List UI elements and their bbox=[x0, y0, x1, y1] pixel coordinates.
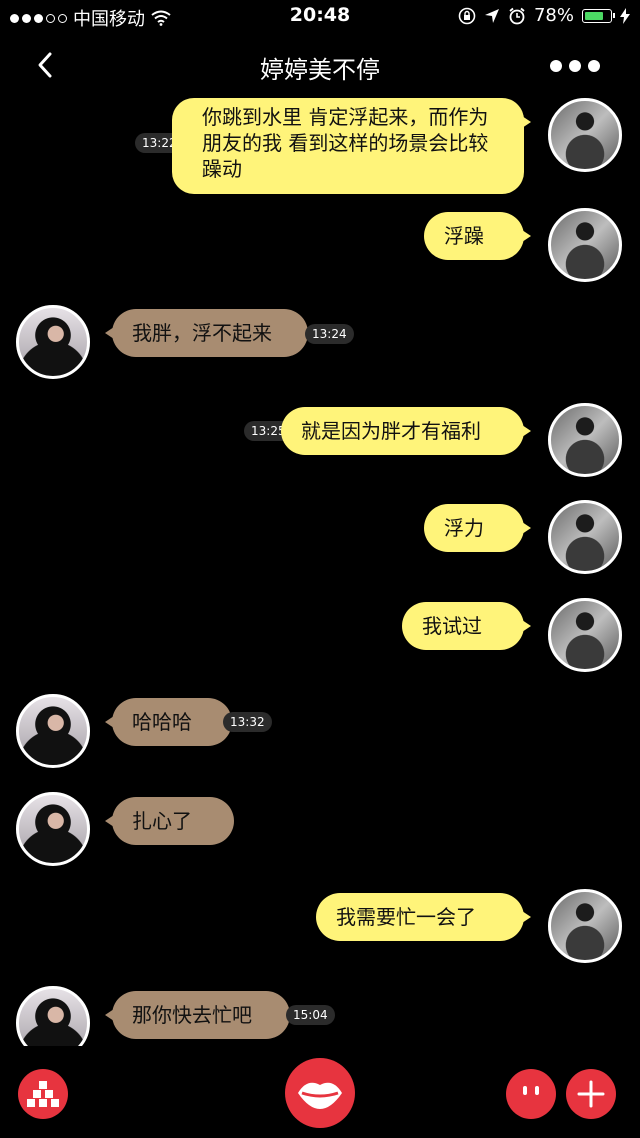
message-bubble-sent[interactable]: 浮躁 bbox=[424, 212, 531, 260]
message-time: 13:24 bbox=[305, 324, 354, 344]
avatar-her[interactable] bbox=[16, 792, 90, 866]
add-button[interactable] bbox=[566, 1069, 616, 1119]
alarm-icon bbox=[509, 7, 525, 24]
avatar-me[interactable] bbox=[548, 403, 622, 477]
status-bar: 中国移动 20:48 78% bbox=[0, 0, 640, 36]
message-bubble-sent[interactable]: 你跳到水里 肯定浮起来，而作为朋友的我 看到这样的场景会比较躁动 bbox=[172, 98, 531, 194]
message-time: 13:32 bbox=[223, 712, 272, 732]
message-bubble-received[interactable]: 哈哈哈 bbox=[105, 698, 232, 746]
location-icon bbox=[484, 8, 499, 23]
message-bubble-received[interactable]: 扎心了 bbox=[105, 797, 234, 845]
avatar-me[interactable] bbox=[548, 889, 622, 963]
more-dots-icon bbox=[550, 60, 562, 72]
message-time: 15:04 bbox=[286, 1005, 335, 1025]
orientation-lock-icon bbox=[458, 7, 476, 24]
chat-title: 婷婷美不停 bbox=[260, 56, 380, 84]
avatar-her[interactable] bbox=[16, 986, 90, 1046]
blocks-button[interactable] bbox=[18, 1069, 68, 1119]
message-bubble-received[interactable]: 我胖，浮不起来 bbox=[105, 309, 308, 357]
lips-icon bbox=[298, 1082, 342, 1109]
message-bubble-sent[interactable]: 我试过 bbox=[402, 602, 531, 650]
more-button[interactable] bbox=[550, 60, 600, 72]
battery-percent: 78% bbox=[533, 5, 574, 26]
avatar-me[interactable] bbox=[548, 598, 622, 672]
battery-icon bbox=[582, 8, 615, 23]
avatar-her[interactable] bbox=[16, 694, 90, 768]
message-bubble-sent[interactable]: 浮力 bbox=[424, 504, 531, 552]
message-bubble-received[interactable]: 那你快去忙吧 bbox=[105, 991, 290, 1039]
bottom-toolbar bbox=[0, 1046, 640, 1138]
avatar-her[interactable] bbox=[16, 305, 90, 379]
grid-blocks-icon bbox=[27, 1081, 59, 1107]
message-bubble-sent[interactable]: 我需要忙一会了 bbox=[316, 893, 531, 941]
plus-icon bbox=[577, 1080, 605, 1108]
avatar-me[interactable] bbox=[548, 208, 622, 282]
face-icon bbox=[523, 1086, 539, 1095]
avatar-me[interactable] bbox=[548, 500, 622, 574]
message-list[interactable]: 13:22 你跳到水里 肯定浮起来，而作为朋友的我 看到这样的场景会比较躁动 浮… bbox=[0, 98, 640, 1046]
chat-header: 婷婷美不停 bbox=[0, 36, 640, 98]
status-right: 78% bbox=[458, 5, 630, 26]
message-bubble-sent[interactable]: 就是因为胖才有福利 bbox=[281, 407, 531, 455]
avatar-me[interactable] bbox=[548, 98, 622, 172]
kiss-button[interactable] bbox=[285, 1058, 355, 1128]
emoji-button[interactable] bbox=[506, 1069, 556, 1119]
charging-icon bbox=[620, 7, 630, 24]
